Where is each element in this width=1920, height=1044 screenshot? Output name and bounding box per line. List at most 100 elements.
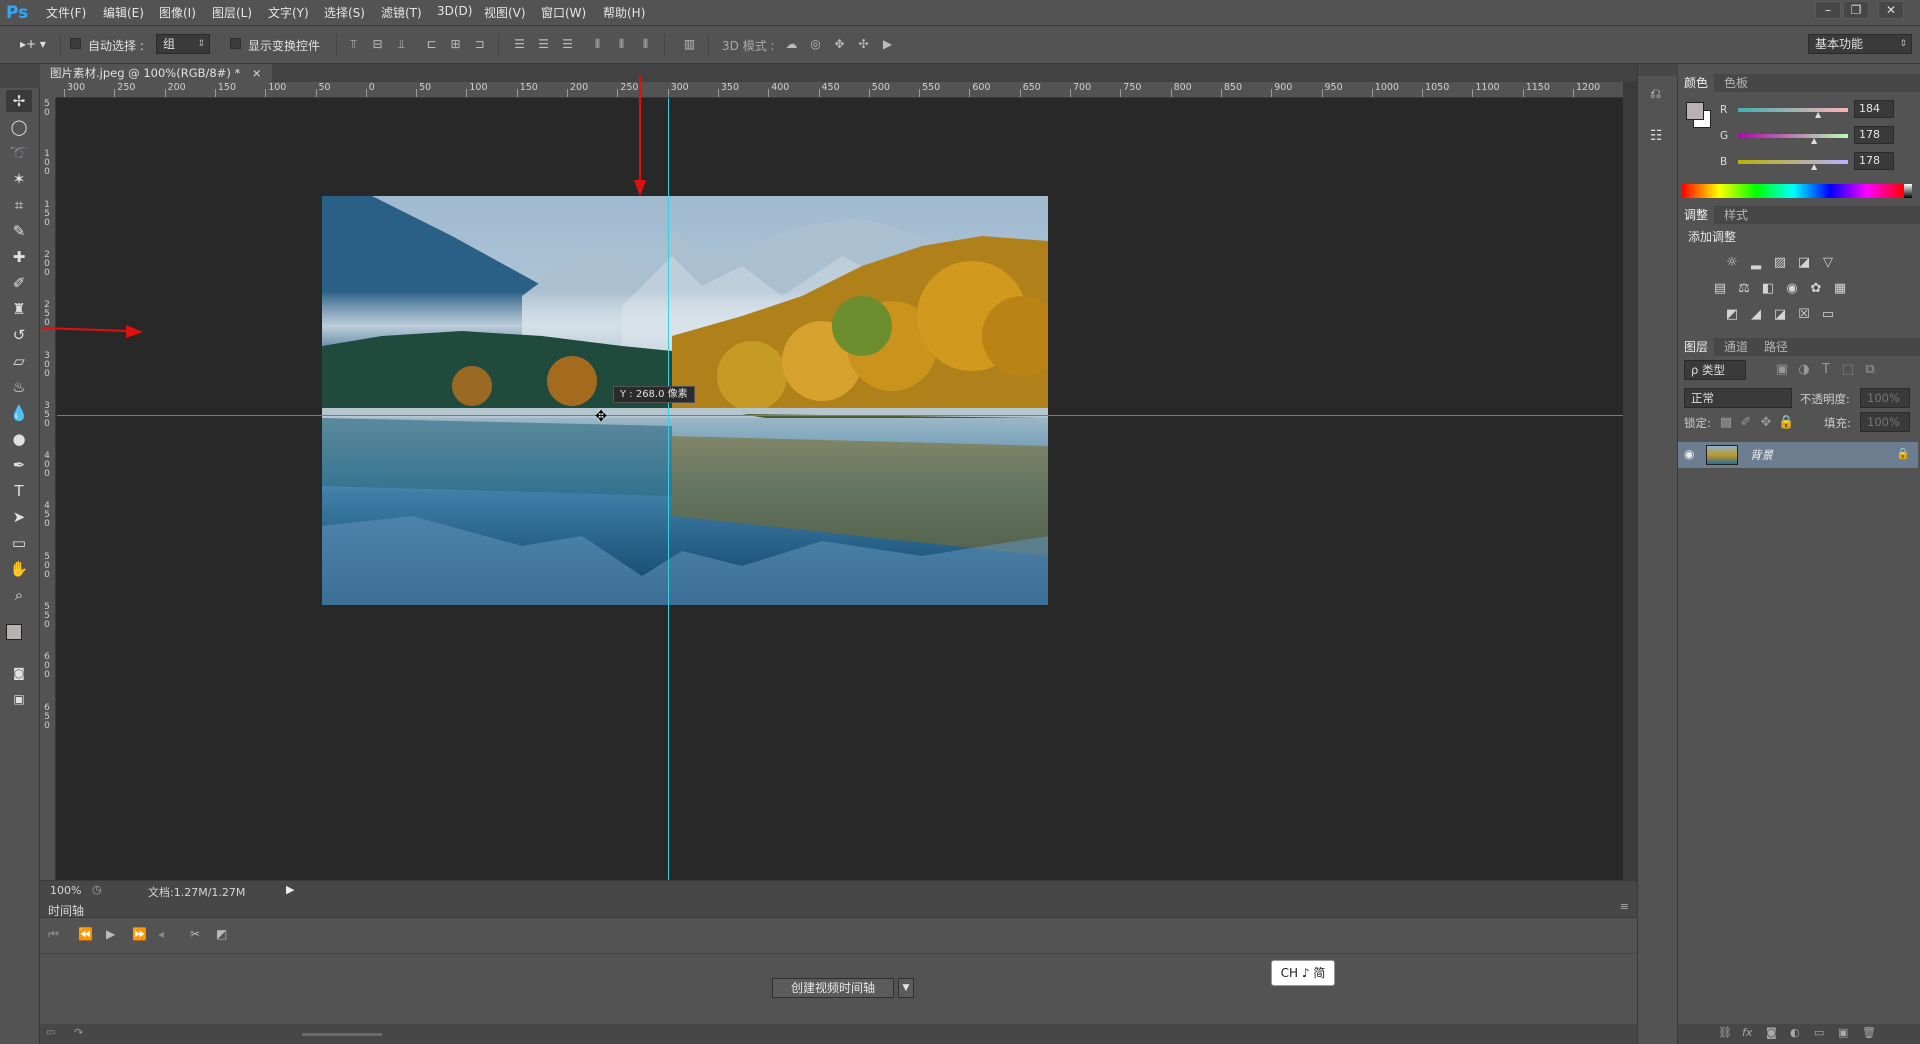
transition-icon[interactable]: ◩	[216, 927, 227, 941]
align-hcenter-icon[interactable]: ⊞	[448, 37, 463, 52]
layer-row-background[interactable]: ◉ 背景 🔒	[1678, 442, 1918, 468]
play-icon[interactable]: ▶	[106, 927, 115, 941]
tool-preset-picker[interactable]: ▸+ ▾	[20, 37, 46, 51]
layer-visibility-eye-icon[interactable]: ◉	[1684, 447, 1694, 461]
create-video-timeline-button[interactable]: 创建视频时间轴	[772, 978, 894, 998]
filter-pixel-icon[interactable]: ▣	[1774, 363, 1790, 377]
r-slider-thumb[interactable]: ▲	[1815, 110, 1821, 119]
invert-icon[interactable]: ◩	[1724, 308, 1740, 322]
vertical-scrollbar[interactable]	[1623, 82, 1637, 880]
add-mask-icon[interactable]: ◙	[1766, 1026, 1777, 1039]
b-slider[interactable]	[1738, 160, 1848, 164]
distribute-left-icon[interactable]: ⦀	[590, 37, 605, 52]
color-spectrum-ramp[interactable]	[1682, 184, 1904, 198]
tab-close-icon[interactable]: ×	[252, 66, 262, 80]
crop-tool-icon[interactable]: ⌗	[6, 194, 32, 216]
blur-tool-icon[interactable]: 💧	[6, 402, 32, 424]
lasso-tool-icon[interactable]: ➰	[6, 142, 32, 164]
ruler-origin[interactable]	[40, 82, 56, 98]
3d-pan-icon[interactable]: ✥	[832, 37, 847, 52]
healing-tool-icon[interactable]: ✚	[6, 246, 32, 268]
timeline-zoom-slider[interactable]	[302, 1033, 382, 1036]
timeline-settings-icon[interactable]: ▭	[46, 1027, 55, 1038]
status-menu-arrow-icon[interactable]: ▶	[286, 883, 294, 896]
blend-mode-dropdown[interactable]: 正常	[1684, 388, 1792, 408]
black-white-icon[interactable]: ◧	[1760, 282, 1776, 296]
curves-icon[interactable]: ▨	[1772, 256, 1788, 270]
new-adjustment-icon[interactable]: ◐	[1790, 1026, 1800, 1039]
levels-icon[interactable]: ▂	[1748, 256, 1764, 270]
show-transform-checkbox[interactable]	[230, 38, 241, 49]
screen-mode-icon[interactable]: ▣	[6, 688, 32, 710]
3d-slide-icon[interactable]: ✣	[856, 37, 871, 52]
foreground-color-swatch[interactable]	[6, 624, 22, 640]
quick-mask-icon[interactable]: ◙	[6, 662, 32, 684]
menu-select[interactable]: 选择(S)	[324, 4, 365, 21]
tab-adjustments[interactable]: 调整	[1678, 206, 1715, 224]
color-lookup-icon[interactable]: ▦	[1832, 282, 1848, 296]
lock-transparent-icon[interactable]: ▩	[1718, 416, 1734, 430]
layer-style-icon[interactable]: fx	[1742, 1026, 1752, 1039]
minimize-button[interactable]: –	[1815, 1, 1841, 19]
canvas-area[interactable]: Y : 268.0 像素 ✥	[57, 98, 1623, 880]
g-slider-thumb[interactable]: ▲	[1811, 136, 1817, 145]
menu-window[interactable]: 窗口(W)	[541, 4, 586, 21]
path-select-tool-icon[interactable]: ➤	[6, 506, 32, 528]
brightness-icon[interactable]: ☼	[1724, 256, 1740, 270]
split-clip-icon[interactable]: ✂	[190, 927, 200, 941]
ime-indicator[interactable]: CH ♪ 简	[1271, 960, 1335, 986]
align-right-icon[interactable]: ⊐	[472, 37, 487, 52]
close-window-button[interactable]: ✕	[1878, 1, 1904, 19]
fg-color-chip[interactable]	[1686, 102, 1704, 120]
layer-filter-dropdown[interactable]: ρ 类型	[1684, 360, 1746, 380]
selective-color-icon[interactable]: ☒	[1796, 308, 1812, 322]
properties-panel-icon[interactable]: ☷	[1650, 128, 1663, 144]
align-top-icon[interactable]: ⫪	[346, 37, 361, 52]
tab-styles[interactable]: 样式	[1718, 206, 1754, 224]
distribute-right-icon[interactable]: ⦀	[638, 37, 653, 52]
3d-scale-icon[interactable]: ▶	[880, 37, 895, 52]
rectangle-tool-icon[interactable]: ▭	[6, 532, 32, 554]
photo-filter-icon[interactable]: ◉	[1784, 282, 1800, 296]
posterize-icon[interactable]: ◢	[1748, 308, 1764, 322]
menu-3d[interactable]: 3D(D)	[437, 4, 472, 18]
dodge-tool-icon[interactable]: ●	[6, 428, 32, 450]
distribute-hcenter-icon[interactable]: ⦀	[614, 37, 629, 52]
link-layers-icon[interactable]: ⛓	[1718, 1026, 1732, 1039]
vertical-guide[interactable]	[668, 98, 669, 880]
menu-help[interactable]: 帮助(H)	[603, 4, 645, 21]
marquee-tool-icon[interactable]: ◯	[6, 116, 32, 138]
new-layer-icon[interactable]: ▣	[1838, 1026, 1848, 1039]
tab-color[interactable]: 颜色	[1678, 74, 1715, 92]
history-brush-tool-icon[interactable]: ↺	[6, 324, 32, 346]
tab-paths[interactable]: 路径	[1758, 338, 1794, 356]
menu-file[interactable]: 文件(F)	[46, 4, 86, 21]
toolbar-header[interactable]	[0, 64, 40, 88]
filter-adjust-icon[interactable]: ◑	[1796, 363, 1812, 377]
3d-roll-icon[interactable]: ◎	[808, 37, 823, 52]
b-value-field[interactable]: 178	[1854, 152, 1894, 170]
opacity-field[interactable]: 100%	[1860, 388, 1910, 408]
hand-tool-icon[interactable]: ✋	[6, 558, 32, 580]
lock-position-icon[interactable]: ✥	[1758, 416, 1774, 430]
eyedropper-tool-icon[interactable]: ✎	[6, 220, 32, 242]
g-value-field[interactable]: 178	[1854, 126, 1894, 144]
horizontal-ruler[interactable]: 300 250 200 150 100 50 0 50 100 150 200 250 300 350 40…	[56, 82, 1623, 98]
r-slider[interactable]	[1738, 108, 1848, 112]
lock-pixels-icon[interactable]: ✐	[1738, 416, 1754, 430]
brush-tool-icon[interactable]: ✐	[6, 272, 32, 294]
g-slider[interactable]	[1738, 134, 1848, 138]
document-tab[interactable]: 图片素材.jpeg @ 100%(RGB/8#) * ×	[40, 64, 272, 82]
menu-edit[interactable]: 编辑(E)	[103, 4, 144, 21]
prev-frame-icon[interactable]: ⏪	[78, 927, 93, 941]
channel-mixer-icon[interactable]: ✿	[1808, 282, 1824, 296]
distribute-top-icon[interactable]: ☰	[512, 37, 527, 52]
auto-align-icon[interactable]: ▥	[682, 37, 697, 52]
threshold-icon[interactable]: ◪	[1772, 308, 1788, 322]
filter-smart-icon[interactable]: ⧉	[1862, 363, 1878, 377]
filter-type-icon[interactable]: T	[1818, 363, 1834, 377]
menu-type[interactable]: 文字(Y)	[268, 4, 309, 21]
zoom-reset-icon[interactable]: ◷	[92, 883, 102, 896]
distribute-vcenter-icon[interactable]: ☰	[536, 37, 551, 52]
hue-saturation-icon[interactable]: ▤	[1712, 282, 1728, 296]
